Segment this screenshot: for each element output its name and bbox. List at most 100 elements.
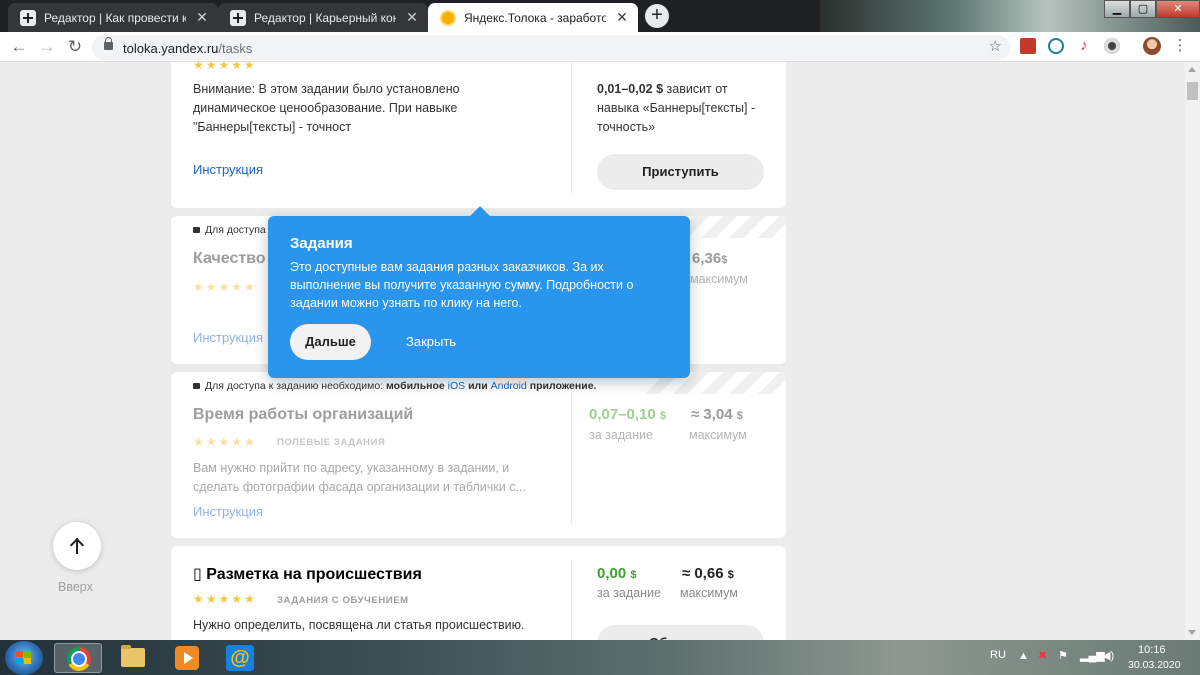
task-description: Вам нужно прийти по адресу, указанному в… xyxy=(193,461,526,494)
plus-favicon-icon xyxy=(20,9,36,26)
start-task-button[interactable]: Приступить xyxy=(597,154,764,190)
scroll-up-arrow-icon[interactable] xyxy=(1188,67,1196,72)
tooltip-close-button[interactable]: Закрыть xyxy=(406,334,456,349)
profile-avatar[interactable] xyxy=(1143,37,1161,55)
rating-stars: ★★★★★ xyxy=(193,435,257,449)
reload-button[interactable]: ↻ xyxy=(64,36,86,58)
max-earning: ≈ 3,04 $ xyxy=(691,406,743,423)
access-requirement: Для доступа к заданию необходимо: мобиль… xyxy=(193,380,596,392)
tooltip-text: Это доступные вам задания разных заказчи… xyxy=(290,260,634,310)
instruction-link[interactable]: Инструкция xyxy=(193,162,263,177)
plus-favicon-icon xyxy=(230,9,246,26)
vertical-scrollbar[interactable] xyxy=(1185,62,1200,640)
browser-tab-3[interactable]: Яндекс.Толока - заработок в ин ✕ xyxy=(428,3,638,32)
language-indicator[interactable]: RU xyxy=(990,649,1006,661)
volume-icon[interactable]: ◀) xyxy=(1102,649,1114,662)
clock-date[interactable]: 30.03.2020 xyxy=(1128,659,1181,671)
task-title: Качество т xyxy=(193,250,278,267)
action-center-icon[interactable]: ⚑ xyxy=(1058,649,1068,662)
signal-icon[interactable]: ▂▄▆ xyxy=(1080,649,1105,662)
dynamic-price: 0,01–0,02 $ зависит от навыка «Баннеры[т… xyxy=(597,82,756,134)
scrollbar-thumb[interactable] xyxy=(1187,82,1198,100)
task-price: 0,07–0,10 $ xyxy=(589,406,667,423)
address-bar[interactable]: toloka.yandex.ru/tasks ☆ xyxy=(92,35,1010,60)
mail-agent-icon: @ xyxy=(226,645,254,671)
task-price-label: за задание xyxy=(597,586,661,600)
chrome-icon xyxy=(67,647,91,671)
max-earning-label: максимум xyxy=(690,272,748,286)
access-requirement: Для доступа xyxy=(193,224,266,236)
scroll-to-top-button[interactable] xyxy=(53,522,101,570)
max-earning-label: максимум xyxy=(680,586,738,600)
task-price: 0,00 $ xyxy=(597,565,637,582)
minimize-button[interactable]: ▁ xyxy=(1104,0,1130,18)
back-button[interactable]: ← xyxy=(8,36,30,58)
tab-title: Яндекс.Толока - заработок в ин xyxy=(464,10,606,25)
task-description: Нужно определить, посвящена ли статья пр… xyxy=(193,618,525,632)
maximize-button[interactable]: ▢ xyxy=(1130,0,1156,18)
task-title: ▯ Разметка на происшествия xyxy=(193,566,422,583)
tab-title: Редактор | Карьерный консульт xyxy=(254,10,396,25)
task-description: Внимание: В этом задании было установлен… xyxy=(193,82,460,134)
tab-close-icon[interactable]: ✕ xyxy=(404,9,420,26)
task-card-4[interactable]: ▯ Разметка на происшествия ★★★★★ ЗАДАНИЯ… xyxy=(171,546,786,640)
browser-tab-1[interactable]: Редактор | Как провести каранти ✕ xyxy=(8,3,218,32)
max-earning: 6,36$ xyxy=(692,250,728,267)
instruction-link[interactable]: Инструкция xyxy=(193,504,263,519)
media-player-icon xyxy=(175,646,199,670)
lock-icon xyxy=(104,37,113,50)
rating-stars: ★★★★★ xyxy=(193,280,257,294)
url-text: toloka.yandex.ru/tasks xyxy=(123,41,253,56)
windows-logo-icon xyxy=(16,651,32,665)
forward-button[interactable]: → xyxy=(36,36,58,58)
tab-strip: Редактор | Как провести каранти ✕ Редакт… xyxy=(0,0,1200,32)
task-tag: ЗАДАНИЯ С ОБУЧЕНИЕМ xyxy=(277,595,409,606)
tooltip-next-button[interactable]: Дальше xyxy=(290,324,371,360)
card-divider xyxy=(571,560,572,640)
folder-icon xyxy=(121,645,145,667)
tab-title: Редактор | Как провести каранти xyxy=(44,10,186,25)
clock-time[interactable]: 10:16 xyxy=(1138,644,1166,656)
tray-expand-icon[interactable]: ▲ xyxy=(1018,650,1029,662)
taskbar-media-player[interactable] xyxy=(162,643,210,673)
bookmark-star-icon[interactable]: ☆ xyxy=(989,37,1002,55)
tooltip-title: Задания xyxy=(290,235,353,252)
taskbar-chrome[interactable] xyxy=(54,643,102,673)
task-price-label: за задание xyxy=(589,428,653,442)
rating-stars: ★★★★★ xyxy=(193,62,257,72)
taskbar-mail[interactable]: @ xyxy=(216,643,264,673)
instruction-link[interactable]: Инструкция xyxy=(193,330,263,345)
android-link[interactable]: Android xyxy=(491,380,527,392)
lock-icon xyxy=(193,383,200,389)
arrow-up-icon xyxy=(76,538,78,554)
lock-icon xyxy=(193,227,200,233)
new-tab-button[interactable]: + xyxy=(645,4,669,28)
windows-taskbar: @ RU ▲ ✖ ⚑ ▂▄▆ ◀) 10:16 30.03.2020 xyxy=(0,640,1200,675)
max-earning: ≈ 0,66 $ xyxy=(682,565,734,582)
network-warning-icon[interactable]: ✖ xyxy=(1038,649,1047,662)
start-button[interactable] xyxy=(5,641,43,675)
tab-close-icon[interactable]: ✕ xyxy=(614,9,630,26)
ios-link[interactable]: iOS xyxy=(448,380,466,392)
tab-close-icon[interactable]: ✕ xyxy=(194,9,210,26)
toloka-favicon-icon xyxy=(440,9,456,26)
card-divider xyxy=(571,62,572,194)
scroll-down-arrow-icon[interactable] xyxy=(1188,630,1196,635)
pdf-extension-icon[interactable] xyxy=(1020,38,1036,54)
circle-extension-icon[interactable] xyxy=(1104,38,1120,54)
onboarding-tooltip: Задания Это доступные вам задания разных… xyxy=(268,216,690,378)
music-extension-icon[interactable]: ♪ xyxy=(1076,38,1092,54)
training-button[interactable]: Обучение xyxy=(597,625,764,640)
task-card-1[interactable]: ★★★★★ Внимание: В этом задании было уста… xyxy=(171,62,786,208)
taskbar-explorer[interactable] xyxy=(108,643,156,673)
task-tag: ПОЛЕВЫЕ ЗАДАНИЯ xyxy=(277,437,386,448)
card-divider xyxy=(571,386,572,524)
task-card-3[interactable]: Для доступа к заданию необходимо: мобиль… xyxy=(171,372,786,538)
task-title: Время работы организаций xyxy=(193,406,414,423)
drive-extension-icon[interactable] xyxy=(1048,38,1064,54)
rating-stars: ★★★★★ xyxy=(193,592,257,606)
scroll-to-top-label: Вверх xyxy=(58,580,93,594)
menu-dots-icon[interactable]: ⋮ xyxy=(1172,38,1188,54)
window-close-button[interactable]: ✕ xyxy=(1156,0,1200,18)
browser-tab-2[interactable]: Редактор | Карьерный консульт ✕ xyxy=(218,3,428,32)
